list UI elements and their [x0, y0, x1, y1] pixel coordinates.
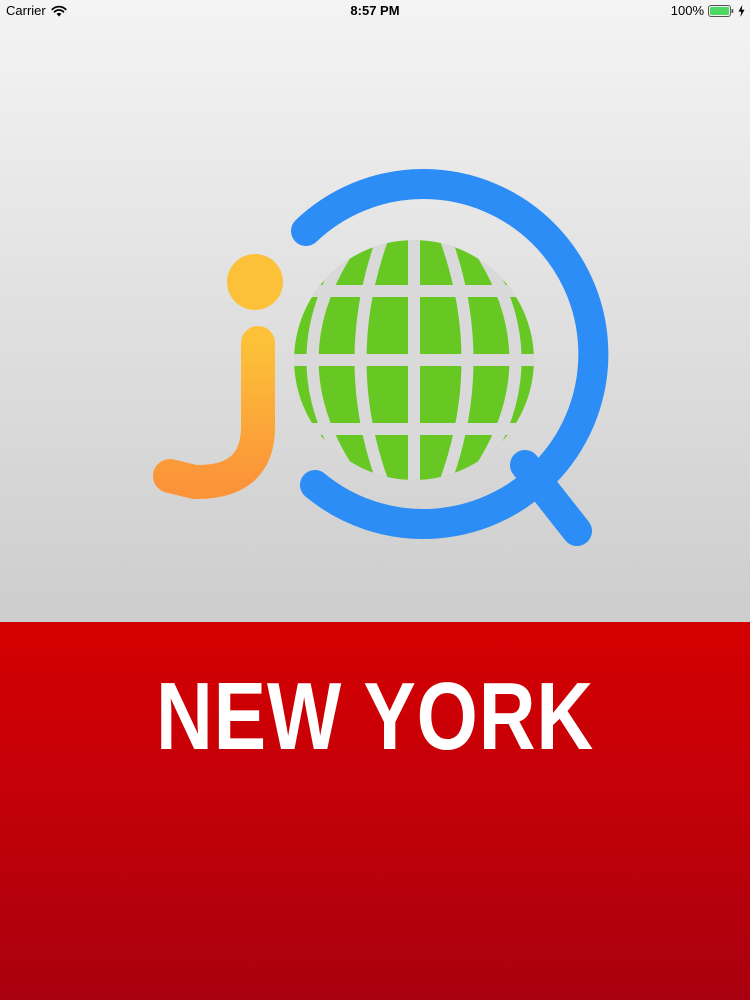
globe — [294, 240, 534, 480]
globe-search-logo-icon — [153, 169, 609, 546]
city-title: NEW YORK — [155, 663, 595, 770]
logo-area: Carrier 8:57 PM 100% — [0, 0, 750, 622]
clock: 8:57 PM — [350, 3, 400, 18]
search-handle — [510, 450, 592, 546]
charging-bolt-icon — [738, 4, 745, 17]
city-banner: NEW YORK — [0, 622, 750, 1000]
splash-screen: Carrier 8:57 PM 100% NEW YORK — [0, 0, 750, 1000]
j-dot — [227, 254, 283, 310]
battery-icon — [708, 4, 734, 17]
status-bar: Carrier 8:57 PM 100% — [0, 0, 750, 22]
battery-percent: 100% — [670, 3, 704, 18]
j-stem — [153, 326, 275, 499]
status-right: 100% — [671, 3, 745, 18]
